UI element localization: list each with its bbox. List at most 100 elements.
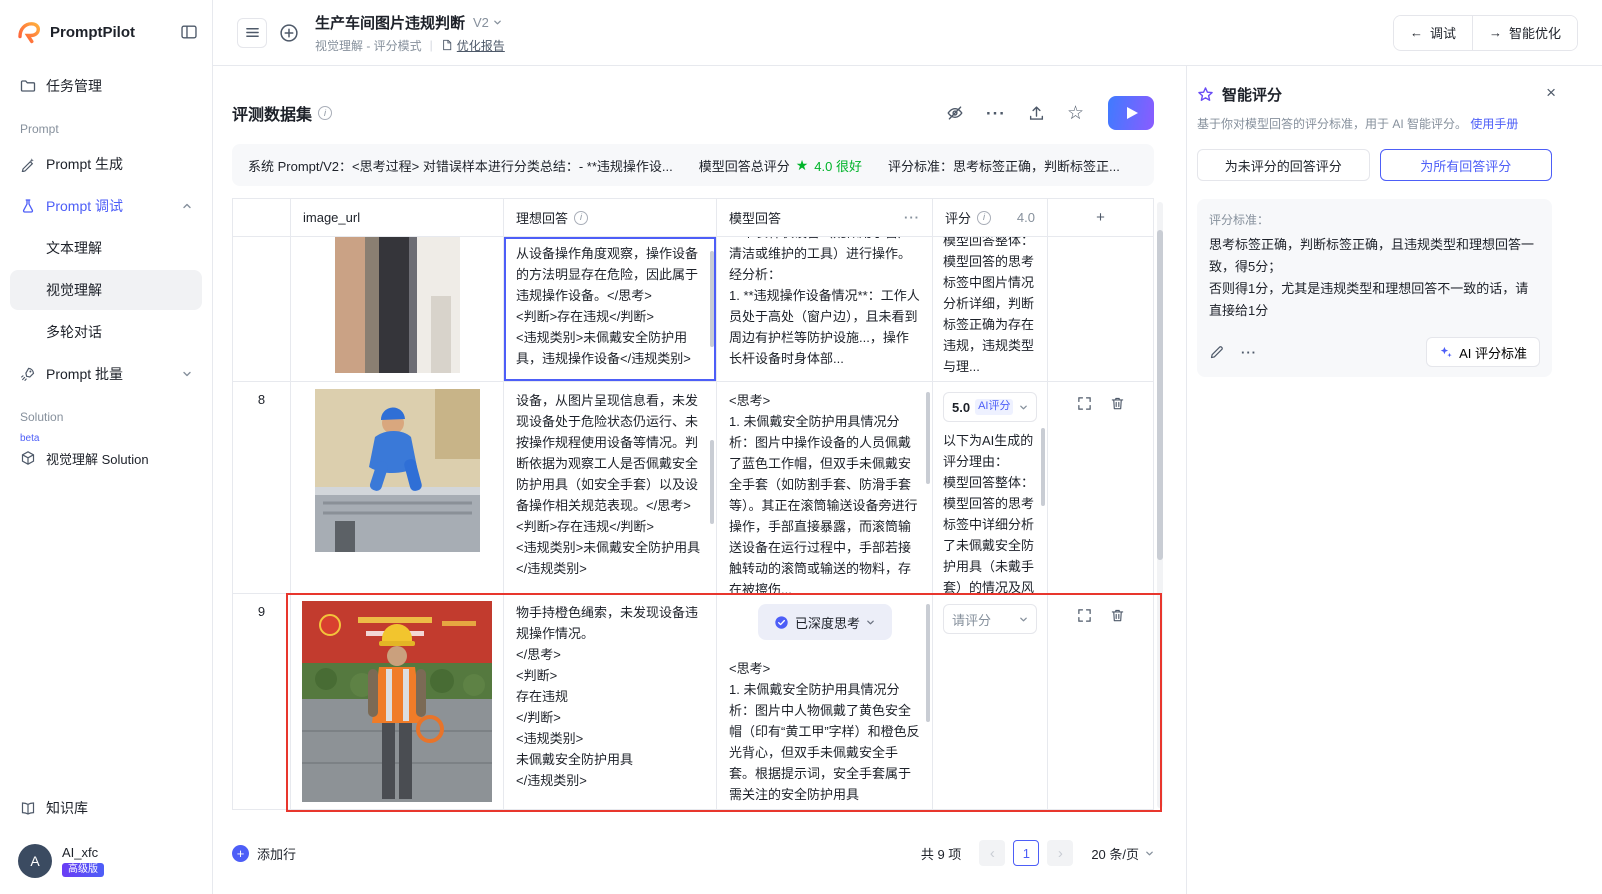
smart-scoring-panel: 智能评分 × 基于你对模型回答的评分标准，用于 AI 智能评分。 使用手册 为未… [1186,66,1602,894]
chevron-up-icon [182,201,192,211]
table-footer: + 添加行 共 9 项 ‹ 1 › 20 条/页 [232,840,1154,866]
report-link-label: 优化报告 [456,38,505,53]
image-cell[interactable] [291,594,504,809]
cell-scrollbar[interactable] [926,392,930,484]
sidebar-item-label: 视觉理解 [46,282,102,298]
current-page-button[interactable]: 1 [1013,840,1040,866]
flask-icon [20,198,36,214]
chevron-down-icon [1145,849,1154,858]
sidebar-item-multi-turn[interactable]: 多轮对话 [10,312,202,352]
score-select[interactable]: 请评分 [943,604,1037,634]
score-select[interactable]: 5.0 AI评分 [943,392,1037,422]
cell-scrollbar[interactable] [710,440,714,524]
sidebar-item-label: Prompt 批量 [46,366,124,382]
add-column-button[interactable]: + [1048,199,1153,236]
scrollbar-thumb[interactable] [1157,230,1163,560]
ideal-answer-cell[interactable]: 设备，从图片呈现信息看，未发现设备处于危险状态仍运行、未按操作规程使用设备等情况… [504,382,717,593]
dataset-table: image_url 理想回答 i 模型回答 ··· 评分 i 4.0 + 从设备… [232,198,1154,810]
score-cell[interactable]: 请评分 [933,594,1048,809]
criteria-more-icon[interactable]: ··· [1241,345,1257,360]
ai-criteria-button[interactable]: AI 评分标准 [1426,337,1540,367]
tasks-icon [20,78,36,94]
arrow-left-icon: ← [1409,25,1423,40]
sidebar-item-prompt-gen[interactable]: Prompt 生成 [10,144,202,184]
ideal-answer-cell[interactable]: 物手持橙色绳索，未发现设备违规操作情况。 </思考> <判断> 存在违规 </判… [504,594,717,809]
sidebar-collapse-icon[interactable] [180,23,198,41]
column-menu-icon[interactable]: ··· [904,210,920,225]
sidebar-item-label: 视觉理解 Solution [46,451,149,467]
promptpilot-logo-icon [16,19,42,45]
app-root: PromptPilot 任务管理 Prompt Prompt 生成 Prompt… [0,0,1602,894]
score-average: 4.0 [1016,210,1035,225]
play-icon [1126,107,1138,119]
create-icon[interactable] [279,23,299,43]
sidebar-item-vision-solution[interactable]: beta 视觉理解 Solution [10,434,202,478]
sidebar-item-vision-understanding[interactable]: 视觉理解 [10,270,202,310]
model-answer-text: <思考> 1. 未佩戴安全防护用具情况分析：图片中人物佩戴了黄色安全帽（印有“黄… [729,661,920,802]
score-cell[interactable]: 5.0 AI评分 以下为AI生成的评分理由： 模型回答整体：模型回答的思考标签中… [933,382,1048,593]
deep-think-badge[interactable]: 已深度思考 [757,604,892,640]
sidebar-item-text-understanding[interactable]: 文本理解 [10,228,202,268]
total-count: 共 9 项 [920,846,962,862]
ideal-answer-cell[interactable]: 从设备操作角度观察，操作设备的方法明显存在危险，因此属于违规操作设备。</思考>… [504,237,717,381]
close-icon[interactable]: × [1546,84,1556,101]
score-header[interactable]: 评分 i 4.0 [933,199,1048,236]
summary-bar[interactable]: 系统 Prompt/V2：<思考过程> 对错误样本进行分类总结：- **违规操作… [232,144,1154,186]
optimize-tab-button[interactable]: → 智能优化 [1472,15,1577,50]
model-answer-cell[interactable]: <思考> 1. 未佩戴安全防护用具情况分析：图片中操作设备的人员佩戴了蓝色工作帽… [717,382,933,593]
prev-page-button[interactable]: ‹ [979,840,1006,866]
book-icon [20,800,36,816]
sidebar-item-prompt-batch[interactable]: Prompt 批量 [10,354,202,394]
image-url-header[interactable]: image_url [291,199,504,236]
ideal-answer-header[interactable]: 理想回答 i [504,199,717,236]
image-cell[interactable] [291,237,504,381]
sidebar-item-knowledge-base[interactable]: 知识库 [10,788,202,828]
model-answer-cell[interactable]: 一个长杆状设备（疑似用于窗户清洁或维护的工具）进行操作。经分析： 1. **违规… [717,237,933,381]
user-row[interactable]: A AI_xfc 高级版 [10,830,202,884]
sidebar-item-prompt-debug[interactable]: Prompt 调试 [10,186,202,226]
favorite-icon[interactable]: ☆ [1067,104,1084,123]
delete-row-icon[interactable] [1110,608,1125,623]
ideal-answer-text: 设备，从图片呈现信息看，未发现设备处于危险状态仍运行、未按操作规程使用设备等情况… [516,393,701,576]
more-actions-icon[interactable]: ··· [986,105,1006,122]
next-page-button[interactable]: › [1047,840,1074,866]
score-placeholder: 请评分 [952,612,992,628]
page-size-select[interactable]: 20 条/页 [1091,844,1154,863]
score-cell[interactable]: 理由： 模型回答整体：模型回答的思考标签中图片情况分析详细，判断标签正确为存在违… [933,237,1048,381]
table-scrollbar[interactable] [1157,202,1163,808]
mode-subtitle: 视觉理解 - 评分模式 [315,38,422,53]
chevron-down-icon [866,618,875,627]
row-number: 9 [233,594,291,809]
version-selector[interactable]: V2 [473,15,502,30]
report-link[interactable]: 优化报告 [441,37,505,54]
sidebar-item-tasks[interactable]: 任务管理 [10,66,202,106]
add-row-button[interactable]: + 添加行 [232,844,296,863]
manual-link[interactable]: 使用手册 [1470,117,1518,131]
criteria-label: 评分标准： [1209,213,1270,227]
hide-column-icon[interactable] [946,104,964,122]
model-answer-cell[interactable]: 已深度思考 <思考> 1. 未佩戴安全防护用具情况分析：图片中人物佩戴了黄色安全… [717,594,933,809]
sparkle-pen-icon [20,156,36,172]
chevron-down-icon [493,18,502,27]
expand-row-icon[interactable] [1077,608,1092,623]
score-all-button[interactable]: 为所有回答评分 [1379,149,1552,181]
edit-criteria-icon[interactable] [1209,344,1225,360]
debug-tab-label: 调试 [1429,26,1456,41]
run-evaluation-button[interactable] [1108,96,1154,130]
image-cell[interactable] [291,382,504,593]
column-label: 评分 [945,211,972,226]
menu-button[interactable] [237,17,267,48]
version-label: V2 [473,14,489,30]
debug-tab-button[interactable]: ← 调试 [1393,15,1472,50]
cell-scrollbar[interactable] [1041,428,1045,506]
check-circle-icon [774,615,789,630]
model-answer-header[interactable]: 模型回答 ··· [717,199,933,236]
upload-icon[interactable] [1028,105,1045,122]
delete-row-icon[interactable] [1110,396,1125,411]
cell-scrollbar[interactable] [926,604,930,722]
expand-row-icon[interactable] [1077,396,1092,411]
cell-scrollbar[interactable] [710,251,714,347]
panel-title: 智能评分 [1222,87,1283,104]
score-unrated-button[interactable]: 为未评分的回答评分 [1197,149,1370,181]
dataset-image [302,601,492,802]
